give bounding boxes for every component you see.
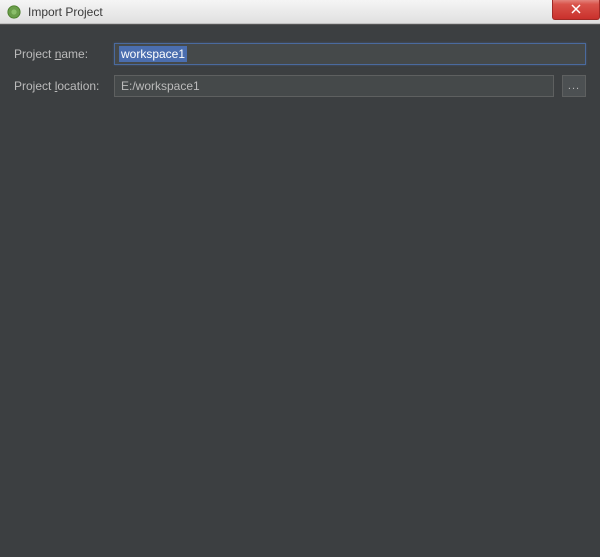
project-location-row: Project location: E:/workspace1 ...: [14, 75, 586, 97]
window-title: Import Project: [28, 5, 103, 19]
project-name-label: Project name:: [14, 47, 106, 61]
project-location-value: E:/workspace1: [121, 79, 200, 93]
browse-button[interactable]: ...: [562, 75, 586, 97]
browse-label: ...: [568, 80, 580, 92]
app-icon: [6, 4, 22, 20]
import-project-dialog: Import Project Project name: workspace1 …: [0, 0, 600, 557]
project-name-input[interactable]: workspace1: [114, 43, 586, 65]
project-location-label: Project location:: [14, 79, 106, 93]
titlebar[interactable]: Import Project: [0, 0, 600, 24]
content-area: Project name: workspace1 Project locatio…: [0, 24, 600, 557]
project-name-value: workspace1: [119, 46, 187, 62]
close-icon: [571, 4, 581, 14]
project-name-row: Project name: workspace1: [14, 43, 586, 65]
close-button[interactable]: [552, 0, 600, 20]
project-location-input[interactable]: E:/workspace1: [114, 75, 554, 97]
